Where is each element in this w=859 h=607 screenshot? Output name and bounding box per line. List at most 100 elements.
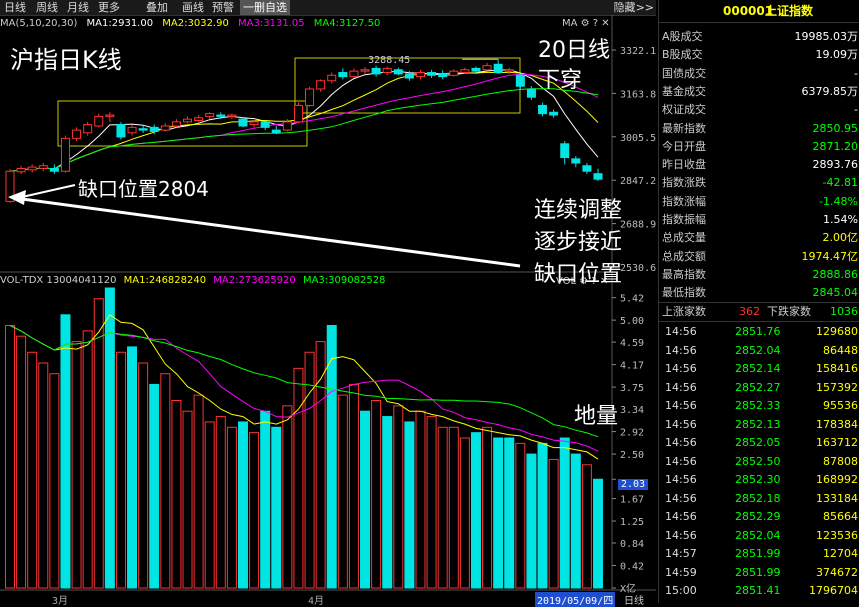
tab-daily[interactable]: 日线 <box>4 0 26 15</box>
ma-params: MA(5,10,20,30) <box>0 18 78 29</box>
volume-bar-down <box>559 437 570 589</box>
volume-bar-down <box>271 426 282 589</box>
volume-bar-up <box>482 426 493 589</box>
volume-tick-label: 1.25 <box>620 517 644 528</box>
period-tab-daily[interactable]: 日线 <box>624 592 644 607</box>
tick-time: 14:56 <box>665 454 697 468</box>
candle-up <box>5 170 15 202</box>
candle-up <box>360 69 370 72</box>
volume-bar-up <box>315 341 326 589</box>
volume-bar-up <box>393 405 404 589</box>
tab-more[interactable]: 更多 <box>98 0 120 15</box>
quote-label: 最低指数 <box>662 286 706 300</box>
tick-time: 14:56 <box>665 417 697 431</box>
ma20-line <box>9 73 599 172</box>
volume-bar-down <box>60 314 71 589</box>
tick-volume: 87808 <box>823 454 858 468</box>
volume-bar-down <box>149 383 160 589</box>
remove-watchlist-button[interactable]: 一删自选 <box>240 0 290 15</box>
tick-row: 14:56 2851.76 129680 <box>659 323 859 342</box>
tab-monthly[interactable]: 月线 <box>67 0 89 15</box>
volume-bar-up <box>138 362 149 589</box>
quote-value: 2888.86 <box>812 267 859 281</box>
tick-volume: 86448 <box>823 343 858 357</box>
tick-row: 15:00 2851.41 1796704 <box>659 582 859 601</box>
tick-row: 14:56 2852.04 123536 <box>659 527 859 546</box>
candle-down <box>371 67 381 75</box>
hide-label: 隐藏 <box>613 1 636 14</box>
kline-ma-legend: MA(5,10,20,30) MA1:2931.00 MA2:3032.90 M… <box>0 18 380 29</box>
high-marker-label: 3288.45 <box>368 55 410 66</box>
tab-alert[interactable]: 预警 <box>212 0 234 15</box>
tick-time: 14:56 <box>665 325 697 338</box>
tick-time: 14:56 <box>665 399 697 412</box>
volume-bar-up <box>16 335 27 589</box>
quote-label: A股成交 <box>662 30 703 43</box>
ma10-line <box>9 71 599 172</box>
quote-label: 今日开盘 <box>662 139 706 153</box>
tick-row: 14:56 2852.50 87808 <box>659 453 859 472</box>
ma20-annotation-line2: 下穿 <box>538 68 583 93</box>
tick-price: 2852.30 <box>735 473 781 486</box>
tick-time: 14:56 <box>665 362 697 375</box>
tick-volume: 178384 <box>816 417 858 431</box>
quote-row: 昨日收盘 2893.76 <box>659 156 859 174</box>
candle-up <box>504 69 514 72</box>
hide-panel-button[interactable]: 隐藏>> <box>614 0 654 15</box>
volume-bar-down <box>493 437 504 589</box>
fall-count: 1036 <box>830 305 858 318</box>
tick-row: 14:56 2852.33 95536 <box>659 397 859 416</box>
chart-title-annotation: 沪指日K线 <box>10 46 122 74</box>
tick-price: 2851.99 <box>735 547 781 560</box>
volume-bar-up <box>459 437 470 589</box>
tick-volume: 1796704 <box>809 584 858 597</box>
volume-tick-label: 4.59 <box>620 338 644 349</box>
tick-row: 14:59 2851.99 374672 <box>659 564 859 583</box>
tick-price: 2852.50 <box>735 454 781 468</box>
volume-bar-up <box>415 410 426 589</box>
tick-row: 14:56 2852.13 178384 <box>659 416 859 435</box>
tick-row: 14:56 2852.29 85664 <box>659 508 859 527</box>
quote-value: 2871.20 <box>812 139 859 153</box>
volume-bar-up <box>282 405 293 589</box>
price-tick-label: 2847.26 <box>620 176 656 187</box>
volume-tick-label: 0.84 <box>620 539 644 550</box>
tick-volume: 163712 <box>816 436 858 449</box>
tab-weekly[interactable]: 周线 <box>36 0 58 15</box>
quote-label: 指数涨跌 <box>662 176 706 190</box>
tick-row: 14:56 2852.27 157392 <box>659 379 859 398</box>
tick-price: 2852.13 <box>735 417 781 431</box>
tick-row: 14:57 2851.99 12704 <box>659 545 859 564</box>
gap-annotation: 缺口位置2804 <box>78 177 209 201</box>
candle-down <box>49 167 59 172</box>
adjust-annotation-line1: 连续调整 <box>534 198 623 223</box>
tick-volume: 157392 <box>816 380 858 394</box>
volume-bar-up <box>515 442 526 589</box>
candle-down <box>138 128 148 131</box>
tab-draw[interactable]: 画线 <box>182 0 204 15</box>
ma4-value: MA4:3127.50 <box>313 18 381 29</box>
volume-bar-up <box>204 421 215 589</box>
volume-bar-up <box>171 400 182 589</box>
volume-legend: VOL-TDX 13004041120 MA1:246828240 MA2:27… <box>0 275 385 286</box>
quote-value: -1.48% <box>819 194 858 208</box>
tick-row: 14:56 2852.14 158416 <box>659 360 859 379</box>
quote-label: 总成交量 <box>662 231 706 245</box>
volume-bar-up <box>293 367 304 589</box>
candle-up <box>183 118 193 123</box>
candle-down <box>116 124 126 138</box>
candle-up <box>482 65 492 71</box>
price-tick-label: 3163.84 <box>620 89 656 100</box>
volume-bar-down <box>237 421 248 589</box>
volume-tick-label: 5.00 <box>620 316 644 327</box>
volume-bar-up <box>337 394 348 589</box>
volume-tick-label: 5.42 <box>620 294 644 305</box>
candle-down <box>238 118 248 127</box>
volume-tick-label: 4.17 <box>620 361 644 372</box>
tab-overlay[interactable]: 叠加 <box>146 0 168 15</box>
chart-area[interactable]: 日线 周线 月线 更多 叠加 画线 预警 一删自选 隐藏>> MA(5,10,2… <box>0 0 656 607</box>
candle-up <box>27 166 37 171</box>
ma1-value: MA1:2931.00 <box>86 18 154 29</box>
kline-settings-icons[interactable]: MA ⚙ ? ✕ <box>562 18 610 29</box>
tick-price: 2851.76 <box>735 325 781 338</box>
